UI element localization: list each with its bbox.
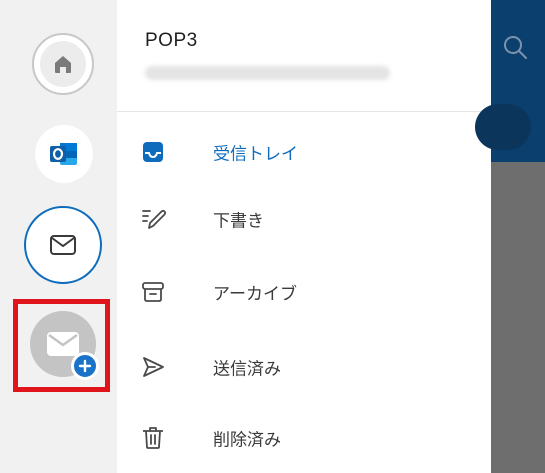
inbox-icon (143, 142, 163, 162)
account-rail (0, 0, 117, 473)
mail-icon (50, 235, 76, 255)
home-account-button[interactable] (32, 33, 94, 95)
add-account-icon (47, 332, 79, 356)
background-pill (475, 104, 531, 150)
folder-item-archive[interactable]: アーカイブ (117, 262, 491, 322)
outlook-icon (50, 143, 77, 165)
folder-label: 下書き (213, 211, 264, 231)
folder-label: 削除済み (213, 430, 281, 450)
folder-label: 送信済み (213, 359, 281, 379)
mail-account-button[interactable] (24, 206, 102, 284)
trash-icon (143, 427, 163, 449)
folder-label: 受信トレイ (213, 144, 298, 164)
pen-icon (142, 209, 167, 229)
folder-label: アーカイブ (213, 284, 297, 304)
folder-item-drafts[interactable]: 下書き (117, 189, 491, 249)
divider (117, 111, 491, 112)
plus-icon (71, 352, 99, 380)
home-icon (40, 41, 86, 87)
archive-icon (142, 282, 164, 302)
folder-item-sent[interactable]: 送信済み (117, 337, 491, 397)
folder-panel: POP3 受信トレイ 下書き アーカイブ 送信済み 削除済み (117, 0, 491, 473)
account-name: POP3 (145, 30, 198, 51)
account-email-redacted (145, 66, 390, 80)
folder-item-inbox[interactable]: 受信トレイ (117, 122, 491, 182)
search-icon (504, 36, 527, 59)
folder-item-deleted[interactable]: 削除済み (117, 408, 491, 468)
outlook-account-button[interactable] (35, 125, 93, 183)
send-icon (143, 357, 164, 377)
